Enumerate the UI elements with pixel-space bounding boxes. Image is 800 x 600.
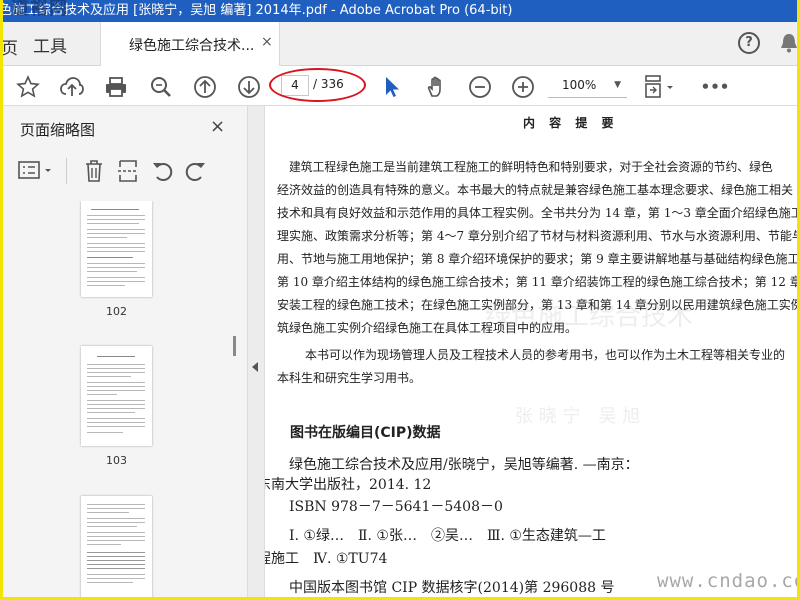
panel-title: 页面缩略图 — [20, 121, 96, 139]
previous-page-icon[interactable] — [192, 74, 218, 100]
cip-line: ISBN 978－7－5641－5408－0 — [289, 499, 503, 515]
sidebar-collapse-strip[interactable] — [248, 106, 265, 597]
upload-cloud-icon[interactable] — [59, 74, 85, 100]
rotate-clockwise-icon[interactable] — [183, 159, 207, 183]
help-icon[interactable]: ? — [738, 32, 760, 54]
cip-line: 绿色施工综合技术及应用/张晓宁，吴旭等编著. —南京： — [289, 457, 639, 473]
title-bar: 色施工综合技术及应用 [张晓宁，吴旭 编著] 2014年.pdf - Adobe… — [3, 0, 797, 22]
tab-close-icon[interactable]: × — [261, 34, 273, 50]
thumbnail-page-number: 103 — [106, 454, 127, 467]
extract-pages-icon[interactable] — [117, 159, 139, 183]
rotate-counterclockwise-icon[interactable] — [151, 159, 175, 183]
tab-home-partial[interactable]: 页 — [3, 34, 18, 59]
thumbnail-page-number: 102 — [106, 305, 127, 318]
bookmark-star-icon[interactable] — [15, 74, 41, 100]
tab-tools[interactable]: 工具 — [33, 32, 67, 57]
cip-line: 中国版本图书馆 CIP 数据核字(2014)第 296088 号 — [289, 580, 615, 596]
zoom-level-dropdown[interactable]: 100% ▼ — [548, 74, 627, 98]
audience-line: 本书可以作为现场管理人员及工程技术人员的参考用书，也可以作为土木工程等相关专业的 — [305, 348, 786, 362]
document-heading: 内 容 提 要 — [523, 116, 619, 130]
page-thumbnail[interactable] — [81, 346, 152, 446]
panel-close-icon[interactable]: × — [210, 116, 225, 137]
watermark-logo: 道裕网 — [11, 0, 68, 19]
annotation-oval — [269, 68, 366, 102]
more-tools-icon[interactable]: ••• — [700, 74, 730, 100]
zoom-in-icon[interactable] — [510, 74, 536, 100]
next-page-icon[interactable] — [236, 74, 262, 100]
tab-document-label: 绿色施工综合技术... — [129, 38, 255, 54]
tab-document[interactable]: 绿色施工综合技术... × — [100, 22, 280, 67]
main-toolbar: 4 / 336 100% ▼ ••• — [3, 66, 797, 106]
toolbar-divider — [66, 158, 67, 184]
page-display-icon[interactable] — [643, 74, 679, 100]
cip-line: 程施工 Ⅳ. ①TU74 — [265, 551, 388, 567]
select-cursor-icon[interactable] — [379, 74, 405, 100]
page-thumbnails-panel: 页面缩略图 × 102 103 — [3, 106, 248, 597]
summary-line: 建筑工程绿色施工是当前建筑工程施工的鲜明特色和特别要求，对于全社会资源的节约、绿… — [289, 160, 773, 174]
summary-line: 经济效益的创造具有特殊的意义。本书最大的特点就是兼容绿色施工基本理念要求、绿色施… — [277, 183, 794, 197]
cip-title: 图书在版编目(CIP)数据 — [290, 425, 441, 441]
print-icon[interactable] — [103, 74, 129, 100]
tab-bar: 页 工具 绿色施工综合技术... × ? — [3, 22, 797, 67]
thumbnail-list: 102 103 — [3, 201, 238, 597]
zoom-level-value: 100% — [562, 78, 597, 92]
site-watermark: www.cndao.com — [657, 570, 797, 592]
zoom-out-icon[interactable] — [467, 74, 493, 100]
thumbnail-toolbar — [18, 154, 238, 188]
summary-line: 安装工程的绿色施工技术；在绿色施工实例部分，第 13 章和第 14 章分别以民用… — [277, 298, 797, 312]
collapse-arrow-icon[interactable] — [252, 362, 258, 372]
bleed-through-text: 张 晓 宁 吴 旭 — [515, 406, 641, 427]
delete-page-icon[interactable] — [83, 159, 105, 183]
cip-line: 东南大学出版社，2014. 12 — [265, 477, 432, 493]
summary-line: 第 10 章介绍主体结构的绿色施工综合技术；第 11 章介绍装饰工程的绿色施工综… — [277, 275, 797, 289]
panel-resize-handle[interactable] — [233, 336, 236, 356]
cip-line: Ⅰ. ①绿… Ⅱ. ①张… ②吴… Ⅲ. ①生态建筑—工 — [289, 528, 606, 544]
acrobat-window: 色施工综合技术及应用 [张晓宁，吴旭 编著] 2014年.pdf - Adobe… — [3, 0, 797, 597]
search-icon[interactable] — [148, 74, 174, 100]
notification-bell-icon[interactable] — [779, 32, 797, 54]
summary-line: 技术和具有良好效益和示范作用的具体工程实例。全书共分为 14 章，第 1～3 章… — [277, 206, 797, 220]
summary-line: 理实施、政策需求分析等；第 4～7 章分别介绍了节材与材料资源利用、节水与水资源… — [277, 229, 797, 243]
page-thumbnail[interactable] — [81, 201, 152, 297]
summary-line: 用、节地与施工用地保护；第 8 章介绍环境保护的要求；第 9 章主要讲解地基与基… — [277, 252, 797, 266]
chevron-down-icon: ▼ — [614, 80, 621, 90]
document-page-view[interactable]: 绿色施工综合技术 张 晓 宁 吴 旭 内 容 提 要 建筑工程绿色施工是当前建筑… — [265, 106, 797, 597]
summary-line: 筑绿色施工实例介绍绿色施工在具体工程项目中的应用。 — [277, 321, 578, 335]
window-title: 色施工综合技术及应用 [张晓宁，吴旭 编著] 2014年.pdf - Adobe… — [3, 3, 513, 18]
audience-line: 本科生和研究生学习用书。 — [277, 371, 422, 385]
page-thumbnail[interactable] — [81, 496, 152, 597]
hand-tool-icon[interactable] — [423, 74, 449, 100]
thumbnail-options-icon[interactable] — [18, 160, 56, 182]
